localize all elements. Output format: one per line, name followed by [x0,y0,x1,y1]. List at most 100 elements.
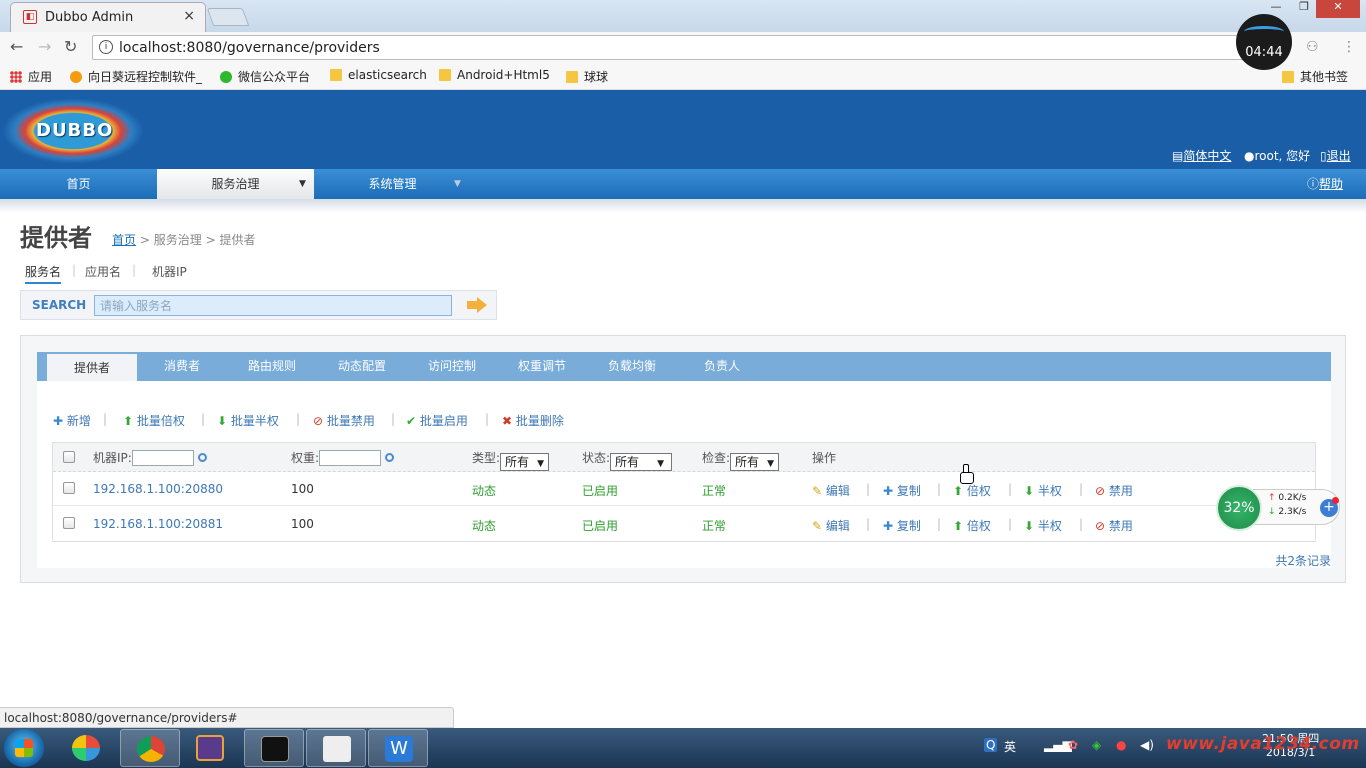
provider-check: 正常 [702,484,727,498]
batch-double-weight-button[interactable]: ⬆ 批量倍权 [123,412,185,429]
bookmark-wechat[interactable]: 微信公众平台 [220,68,310,85]
half-weight-button[interactable]: ⬇ 半权 [1024,517,1062,534]
table-row: 192.168.1.100:20880 100 动态 已启用 正常 ✎ 编辑 |… [53,472,1315,506]
search-icon[interactable] [385,453,395,462]
search-icon[interactable] [197,453,207,462]
taskbar-cmd[interactable] [244,729,304,767]
close-window-button[interactable]: ✕ [1316,0,1360,18]
select-all-checkbox[interactable] [63,451,75,463]
network-speed-widget[interactable]: 32% ↑ 0.2K/s ↓ 2.3K/s + [1216,485,1342,531]
double-weight-button[interactable]: ⬆ 倍权 [953,482,991,499]
tab-routes[interactable]: 路由规则 [227,352,317,381]
tray-app-icon[interactable]: ✿ [1068,738,1078,752]
back-arrow-icon[interactable]: ← [10,37,23,56]
bookmark-elasticsearch[interactable]: elasticsearch [330,68,427,82]
bookmark-apps[interactable]: 应用 [10,68,52,85]
user-icon: ● [1244,149,1255,163]
browser-tab[interactable]: ◧ Dubbo Admin × [10,2,206,32]
search-tab-app[interactable]: 应用名 [85,263,121,280]
half-weight-button[interactable]: ⬇ 半权 [1024,482,1062,499]
document-icon: ▤ [1172,149,1184,163]
tab-access-control[interactable]: 访问控制 [407,352,497,381]
table-header: 机器IP: 权重: 类型: 所有 ▼ 状态: 所有 ▼ 检查: 所有 ▼ 操作 [53,443,1315,472]
status-select[interactable]: 所有 ▼ [610,453,673,471]
edit-button[interactable]: ✎ 编辑 [812,482,850,499]
provider-status: 已启用 [582,484,619,498]
search-tab-service[interactable]: 服务名 [25,263,62,284]
start-button[interactable] [4,729,44,767]
search-tab-ip[interactable]: 机器IP [152,263,187,280]
row-checkbox[interactable] [63,482,75,494]
tab-close-icon[interactable]: × [183,8,195,24]
new-tab-button[interactable] [206,8,250,26]
taskbar-app-1[interactable] [56,729,116,767]
batch-disable-button[interactable]: ⊘ 批量禁用 [313,412,375,429]
logout-link[interactable]: ▯退出 [1320,147,1351,164]
ban-icon: ⊘ [1095,519,1106,533]
chevron-down-icon: ▼ [454,179,461,189]
search-input[interactable] [94,295,452,316]
edit-button[interactable]: ✎ 编辑 [812,517,850,534]
forward-arrow-icon[interactable]: → [38,37,51,56]
ime-language[interactable]: 英 [1004,738,1016,755]
check-select[interactable]: 所有 ▼ [730,453,779,471]
bookmark-sunflower[interactable]: 向日葵远程控制软件_ [70,68,202,85]
help-link[interactable]: ⓘ帮助 [1300,169,1350,199]
batch-delete-button[interactable]: ✖ 批量删除 [502,412,564,429]
info-icon[interactable]: i [99,40,113,54]
reload-icon[interactable]: ↻ [64,37,77,56]
disable-button[interactable]: ⊘ 禁用 [1095,482,1133,499]
folder-icon [566,71,578,83]
page-title: 提供者 [20,224,92,252]
url-text: localhost:8080/governance/providers [119,40,380,56]
taskbar-chrome[interactable] [120,729,180,767]
taskbar-java[interactable] [306,729,366,767]
ip-filter-input[interactable] [131,450,194,466]
arrow-down-icon: ⬇ [1024,519,1035,533]
maximize-window-button[interactable]: ❐ [1290,0,1318,18]
provider-status: 已启用 [582,519,619,533]
tab-providers[interactable]: 提供者 [47,352,137,381]
taskbar-wps[interactable]: W [368,729,428,767]
nav-system-management[interactable]: 系统管理 ▼ [314,169,471,199]
bookmark-other[interactable]: 其他书签 [1282,68,1348,85]
tray-red-icon[interactable]: ● [1116,738,1126,752]
plus-icon: ✚ [883,519,894,533]
taskbar-eclipse[interactable] [180,729,240,767]
user-greeting: ●root, 您好 [1244,149,1311,163]
extension-icon[interactable]: ⚇ [1306,39,1319,55]
nav-service-governance[interactable]: 服务治理 ▼ [157,169,314,199]
bookmark-android-html5[interactable]: Android+Html5 [439,68,550,82]
tab-weight[interactable]: 权重调节 [497,352,587,381]
copy-button[interactable]: ✚ 复制 [883,517,921,534]
menu-dots-icon[interactable]: ⋮ [1342,39,1356,55]
tab-consumers[interactable]: 消费者 [137,352,227,381]
type-select[interactable]: 所有 ▼ [500,453,549,471]
batch-enable-button[interactable]: ✔ 批量启用 [406,412,468,429]
row-checkbox[interactable] [63,517,75,529]
language-link[interactable]: ▤简体中文 [1172,147,1231,164]
address-bar-row: ← → ↻ i localhost:8080/governance/provid… [0,32,1366,62]
batch-half-weight-button[interactable]: ⬇ 批量半权 [217,412,279,429]
tab-owner[interactable]: 负责人 [677,352,767,381]
input-method-icon[interactable]: Q [984,738,998,752]
provider-address[interactable]: 192.168.1.100:20880 [93,482,223,496]
nav-home[interactable]: 首页 [0,169,157,199]
content-panel: 提供者 消费者 路由规则 动态配置 访问控制 权重调节 负载均衡 负责人 ✚ 新… [20,335,1346,583]
double-weight-button[interactable]: ⬆ 倍权 [953,517,991,534]
bookmark-qiuqiu[interactable]: 球球 [566,68,608,85]
dubbo-logo[interactable]: DUBBO [2,98,144,164]
search-arrow-icon[interactable] [467,297,489,313]
ban-icon: ⊘ [1095,484,1106,498]
weight-filter-input[interactable] [319,450,382,466]
add-button[interactable]: ✚ 新增 [53,412,91,429]
disable-button[interactable]: ⊘ 禁用 [1095,517,1133,534]
shield-icon[interactable]: ◈ [1092,738,1101,752]
copy-button[interactable]: ✚ 复制 [883,482,921,499]
volume-icon[interactable]: ◀) [1140,738,1154,752]
breadcrumb-home[interactable]: 首页 [112,233,136,247]
tab-load-balance[interactable]: 负载均衡 [587,352,677,381]
provider-address[interactable]: 192.168.1.100:20881 [93,517,223,531]
url-field[interactable]: i localhost:8080/governance/providers [92,35,1252,60]
tab-dynamic-config[interactable]: 动态配置 [317,352,407,381]
